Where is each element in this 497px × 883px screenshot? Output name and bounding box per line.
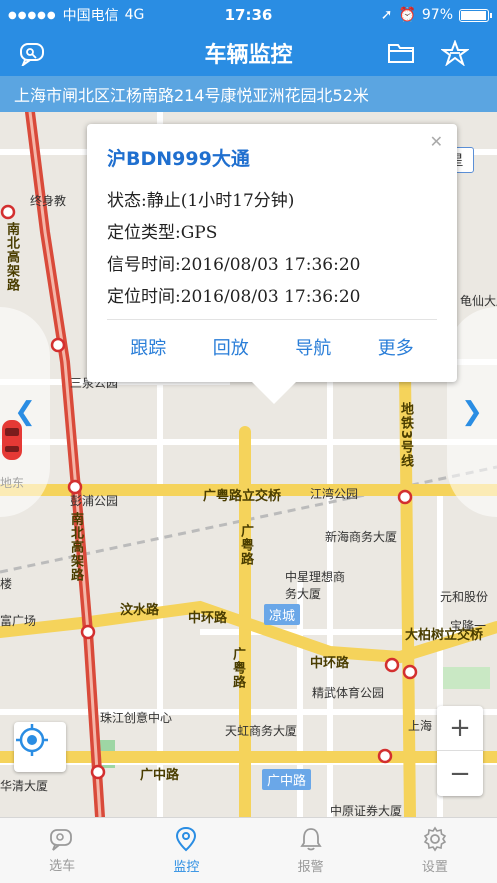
map-poi: 新海商务大厦 [325, 530, 398, 544]
car-search-icon [50, 829, 73, 851]
location-type: 定位类型:GPS [107, 223, 218, 243]
location-pin-icon [176, 826, 197, 852]
bell-icon [299, 828, 322, 851]
zoom-in-button[interactable]: + [437, 706, 483, 751]
folder-icon[interactable] [386, 38, 416, 68]
road-label: 南北高架路 [68, 512, 83, 582]
page-title: 车辆监控 [204, 43, 293, 68]
road-label: 广粤路 [238, 524, 253, 566]
road-label: 南北高架路 [4, 222, 19, 292]
road-label: 广粤路立交桥 [203, 489, 282, 504]
tab-select-vehicle[interactable]: 选车 [0, 818, 124, 883]
network-type: 4G [124, 7, 145, 23]
locate-time: 定位时间:2016/08/03 17:36:20 [107, 287, 361, 307]
map-poi: 中原证券大厦 [330, 804, 403, 817]
vehicle-plate: 沪BDN999大通 [107, 148, 250, 170]
locate-me-button[interactable] [14, 722, 66, 772]
popup-divider [107, 319, 437, 320]
more-button[interactable]: 更多 [378, 334, 414, 360]
location-arrow-icon: ➚ [380, 7, 393, 23]
battery-percent: 97% [421, 7, 453, 23]
vehicle-status: 状态:静止(1小时17分钟) [107, 191, 295, 211]
nav-bar: 车辆监控 [0, 30, 497, 76]
alarm-clock-icon: ⏰ [398, 7, 416, 23]
road-label: 广中路 [140, 768, 180, 783]
signal-dots-icon: ●●●●● [8, 9, 57, 21]
close-icon[interactable]: ✕ [430, 132, 443, 151]
tab-bar: 选车 监控 报警 设置 [0, 817, 497, 883]
road-label: 广粤路 [230, 647, 245, 689]
chat-icon[interactable] [18, 38, 48, 68]
previous-vehicle-button[interactable]: ❮ [0, 307, 50, 517]
tab-label: 设置 [421, 860, 448, 875]
map-poi: 华清大厦 [0, 779, 49, 793]
address-bar: 上海市闸北区江杨南路214号康悦亚洲花园北52米 [0, 76, 497, 112]
map-poi: 元和股份 [440, 590, 489, 604]
signal-time: 信号时间:2016/08/03 17:36:20 [107, 255, 361, 275]
map-poi: 楼 [0, 577, 13, 591]
map-poi: 终身教 [30, 194, 67, 208]
navigate-button[interactable]: 导航 [295, 334, 331, 360]
map-poi: 上海 [408, 719, 433, 733]
road-label: 地铁3号线 [398, 402, 413, 469]
road-label: 汶水路 [120, 603, 160, 618]
battery-icon [459, 8, 492, 22]
road-label: 中环路 [188, 611, 228, 626]
vehicle-marker-icon[interactable] [0, 418, 24, 462]
map-poi: 彭浦公园 [70, 494, 119, 508]
tab-label: 选车 [49, 859, 76, 874]
map-poi: 中星理想商务大厦 [285, 570, 346, 601]
star-icon[interactable] [440, 38, 470, 68]
crosshair-icon [16, 724, 48, 756]
tab-alarm[interactable]: 报警 [249, 818, 373, 883]
map-poi: 珠江创意中心 [100, 711, 173, 725]
road-label: 中环路 [310, 656, 350, 671]
chevron-right-icon: ❯ [461, 397, 483, 427]
status-bar: ●●●●● 中国电信 4G 17:36 ➚ ⏰ 97% [0, 0, 497, 30]
district-label: 广中路 [262, 769, 312, 790]
tab-label: 报警 [297, 860, 324, 875]
map-poi: 江湾公园 [310, 487, 359, 501]
playback-button[interactable]: 回放 [213, 334, 249, 360]
map-poi: 富广场 [0, 614, 37, 628]
tab-monitor[interactable]: 监控 [124, 818, 248, 883]
map-poi: 精武体育公园 [312, 686, 385, 700]
track-button[interactable]: 跟踪 [130, 334, 166, 360]
vehicle-info-popup: ✕ 沪BDN999大通 状态:静止(1小时17分钟) 定位类型:GPS 信号时间… [87, 124, 457, 404]
gear-icon [423, 826, 447, 852]
district-label: 凉城 [264, 604, 301, 625]
tab-label: 监控 [173, 860, 200, 875]
map-poi: 天虹商务大厦 [225, 724, 298, 738]
tab-settings[interactable]: 设置 [373, 818, 497, 883]
zoom-control: + − [437, 706, 483, 796]
zoom-out-button[interactable]: − [437, 751, 483, 796]
road-label: 大柏树立交桥 [405, 628, 484, 643]
carrier-name: 中国电信 [62, 8, 119, 24]
